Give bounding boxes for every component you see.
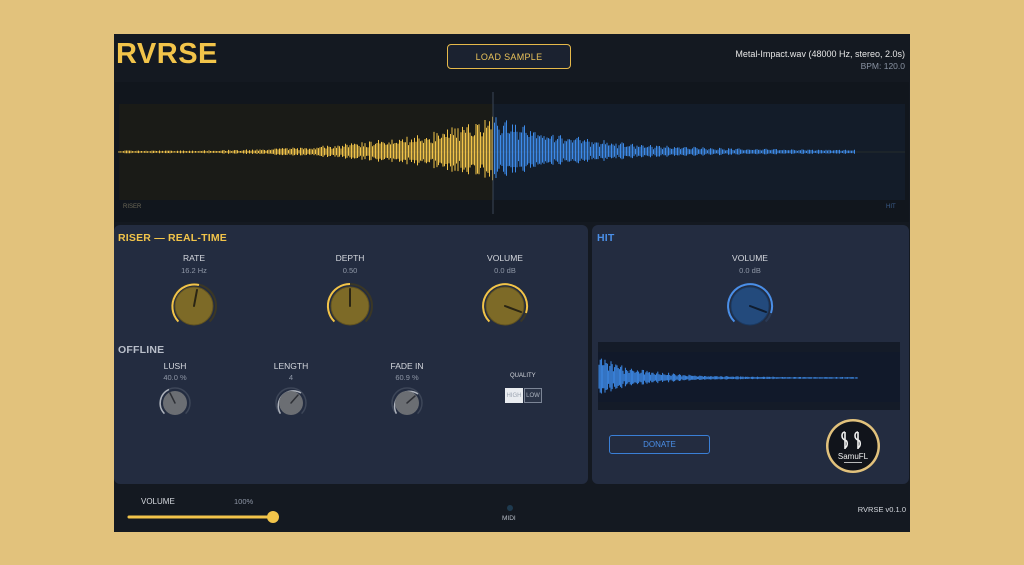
depth-knob[interactable] xyxy=(325,281,375,331)
rate-label: RATE xyxy=(182,253,206,263)
hit-volume-label: VOLUME xyxy=(732,253,768,263)
hit-section-title: HIT xyxy=(597,232,615,244)
depth-value: 0.50 xyxy=(342,266,358,275)
length-label: LENGTH xyxy=(273,361,309,371)
rate-value: 16.2 Hz xyxy=(181,266,207,275)
fade-in-knob[interactable] xyxy=(390,386,424,420)
riser-volume-label: VOLUME xyxy=(487,253,523,263)
file-name: Metal-Impact.wav (48000 Hz, stereo, 2.0s… xyxy=(735,49,905,59)
riser-region-label: RISER xyxy=(123,204,142,210)
fade-in-label: FADE IN xyxy=(390,361,424,371)
riser-volume-knob[interactable] xyxy=(480,281,530,331)
donate-button[interactable]: DONATE xyxy=(609,435,710,454)
rate-knob[interactable] xyxy=(169,281,219,331)
quality-high-button[interactable]: HIGH xyxy=(505,388,523,403)
file-info: Metal-Impact.wav (48000 Hz, stereo, 2.0s… xyxy=(735,48,905,72)
depth-label: DEPTH xyxy=(335,253,365,263)
logo-text: SamuFL xyxy=(838,452,869,461)
quality-low-button[interactable]: LOW xyxy=(524,388,542,403)
hit-volume-value: 0.0 dB xyxy=(739,266,761,275)
hit-waveform-display xyxy=(598,342,900,410)
samufl-logo[interactable]: SamuFL xyxy=(825,418,881,474)
version-label: RVRSE v0.1.0 xyxy=(857,505,906,514)
hit-region-label: HIT xyxy=(886,204,896,210)
bpm-readout: BPM: 120.0 xyxy=(860,61,905,71)
lush-knob[interactable] xyxy=(158,386,192,420)
riser-panel xyxy=(114,225,588,484)
fade-in-value: 60.9 % xyxy=(395,373,419,382)
lush-label: LUSH xyxy=(163,361,187,371)
lush-value: 40.0 % xyxy=(163,373,187,382)
hit-volume-knob[interactable] xyxy=(725,281,775,331)
riser-section-title: RISER — REAL-TIME xyxy=(118,232,227,244)
riser-volume-value: 0.0 dB xyxy=(494,266,516,275)
main-waveform-display[interactable]: RISER HIT xyxy=(115,82,909,222)
master-volume-slider[interactable] xyxy=(126,509,284,525)
midi-indicator-icon xyxy=(507,505,513,511)
waveform-graphic xyxy=(118,92,905,214)
master-volume-value: 100% xyxy=(234,497,254,506)
master-volume-label: VOLUME xyxy=(141,497,175,506)
quality-label: QUALITY xyxy=(510,373,536,379)
offline-section-title: OFFLINE xyxy=(118,344,165,356)
master-volume-thumb[interactable] xyxy=(267,511,279,523)
app-logo: RVRSE xyxy=(116,38,218,70)
length-value: 4 xyxy=(288,373,294,382)
load-sample-button[interactable]: LOAD SAMPLE xyxy=(447,44,571,69)
midi-label: MIDI xyxy=(502,515,516,522)
length-knob[interactable] xyxy=(274,386,308,420)
